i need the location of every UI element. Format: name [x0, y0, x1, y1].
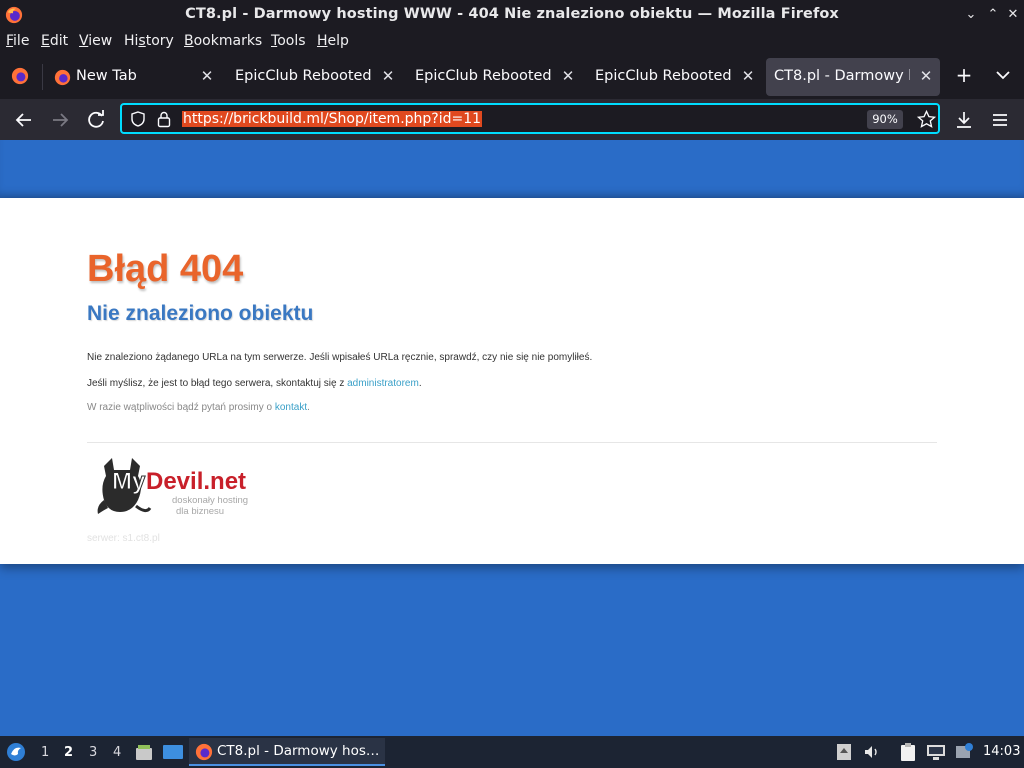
error-paragraph-2: Jeśli myślisz, że jest to błąd tego serw… [87, 378, 422, 389]
server-info: serwer: s1.ct8.pl [87, 533, 160, 544]
new-tab-button[interactable]: + [954, 64, 974, 86]
menu-bookmarks[interactable]: Bookmarks [184, 33, 262, 49]
mydevil-logo[interactable]: My Devil.net doskonały hosting dla bizne… [92, 456, 262, 526]
file-manager-icon[interactable] [134, 742, 154, 762]
logo-tagline-2: dla biznesu [176, 506, 225, 517]
page-viewport: Błąd 404 Nie znaleziono obiektu Nie znal… [0, 140, 1024, 736]
menu-help[interactable]: Help [317, 33, 349, 49]
close-window-button[interactable]: ✕ [1003, 5, 1023, 25]
firefox-icon [195, 743, 213, 761]
window-title: CT8.pl - Darmowy hosting WWW - 404 Nie z… [185, 6, 839, 22]
tab-label: CT8.pl - Darmowy hos [774, 68, 910, 84]
contact-link[interactable]: kontakt [275, 402, 307, 413]
error-paragraph-3: W razie wątpliwości bądź pytań prosimy o… [87, 402, 310, 413]
menu-tools[interactable]: Tools [271, 33, 306, 49]
maximize-button[interactable]: ⌃ [983, 5, 1003, 25]
close-tab-icon[interactable]: ✕ [198, 66, 216, 86]
tab-new-tab[interactable]: New Tab ✕ [46, 58, 222, 96]
menu-history[interactable]: History [124, 33, 174, 49]
hamburger-menu-icon[interactable] [988, 108, 1012, 132]
tab-epicclub-1[interactable]: EpicClub Rebooted ✕ [226, 58, 402, 96]
url-bar[interactable]: https://brickbuild.ml/Shop/item.php?id=1… [120, 103, 940, 134]
divider [87, 442, 937, 443]
workspace-3[interactable]: 3 [89, 745, 97, 760]
start-menu-icon[interactable] [6, 742, 26, 762]
network-icon[interactable] [926, 743, 946, 761]
navigation-toolbar: https://brickbuild.ml/Shop/item.php?id=1… [0, 99, 1024, 140]
menu-bar: File Edit View History Bookmarks Tools H… [0, 30, 1024, 54]
logo-tagline-1: doskonały hosting [172, 495, 249, 506]
menu-file[interactable]: File [6, 33, 29, 49]
taskbar-window-label: CT8.pl - Darmowy hos… [217, 743, 380, 759]
minimize-button[interactable]: ⌄ [961, 5, 981, 25]
downloads-icon[interactable] [952, 108, 976, 132]
error-title: Błąd 404 [87, 248, 244, 290]
reload-icon[interactable] [84, 108, 108, 132]
notification-icon[interactable] [954, 742, 974, 762]
show-desktop-icon[interactable] [162, 743, 184, 761]
error-paragraph-1: Nie znaleziono żądanego URLa na tym serw… [87, 352, 593, 363]
clock: 14:03 [983, 744, 1021, 759]
tray-up-arrow-icon[interactable] [836, 743, 852, 761]
menu-view[interactable]: View [79, 33, 112, 49]
close-tab-icon[interactable]: ✕ [739, 66, 757, 86]
volume-icon[interactable] [863, 743, 881, 761]
error-subtitle: Nie znaleziono obiektu [87, 302, 314, 325]
url-text[interactable]: https://brickbuild.ml/Shop/item.php?id=1… [182, 111, 483, 127]
clipboard-icon[interactable] [899, 742, 917, 762]
page-header-band [0, 140, 1024, 198]
firefox-view-icon[interactable] [11, 67, 29, 85]
lock-icon[interactable] [156, 110, 172, 128]
firefox-icon [54, 69, 71, 86]
tab-ct8-active[interactable]: CT8.pl - Darmowy hos ✕ [766, 58, 940, 96]
tab-epicclub-3[interactable]: EpicClub Rebooted ✕ [586, 58, 762, 96]
tab-bar: New Tab ✕ EpicClub Rebooted ✕ EpicClub R… [0, 54, 1024, 99]
close-tab-icon[interactable]: ✕ [379, 66, 397, 86]
menu-edit[interactable]: Edit [41, 33, 68, 49]
forward-arrow-icon[interactable] [48, 108, 72, 132]
shield-icon[interactable] [130, 111, 146, 127]
close-tab-icon[interactable]: ✕ [559, 66, 577, 86]
logo-my-text: My [111, 468, 146, 496]
workspace-4[interactable]: 4 [113, 745, 121, 760]
zoom-level-badge[interactable]: 90% [867, 110, 903, 129]
tab-epicclub-2[interactable]: EpicClub Rebooted ✕ [406, 58, 582, 96]
tab-label: EpicClub Rebooted [235, 68, 372, 84]
tab-label: New Tab [76, 68, 137, 84]
back-arrow-icon[interactable] [12, 108, 36, 132]
chevron-down-icon[interactable] [996, 70, 1010, 80]
logo-devil-text: Devil.net [146, 468, 247, 495]
workspace-1[interactable]: 1 [41, 745, 49, 760]
administrator-link[interactable]: administratorem [347, 378, 419, 389]
bookmark-star-icon[interactable] [917, 110, 936, 129]
taskbar-firefox-window[interactable]: CT8.pl - Darmowy hos… [189, 738, 385, 766]
close-tab-icon[interactable]: ✕ [917, 66, 935, 86]
window-titlebar: CT8.pl - Darmowy hosting WWW - 404 Nie z… [0, 0, 1024, 30]
tab-label: EpicClub Rebooted [415, 68, 552, 84]
tab-label: EpicClub Rebooted [595, 68, 732, 84]
workspace-2[interactable]: 2 [64, 745, 73, 760]
taskbar: 1 2 3 4 CT8.pl - Darmowy hos… 14:03 [0, 736, 1024, 768]
error-card: Błąd 404 Nie znaleziono obiektu Nie znal… [0, 198, 1024, 564]
